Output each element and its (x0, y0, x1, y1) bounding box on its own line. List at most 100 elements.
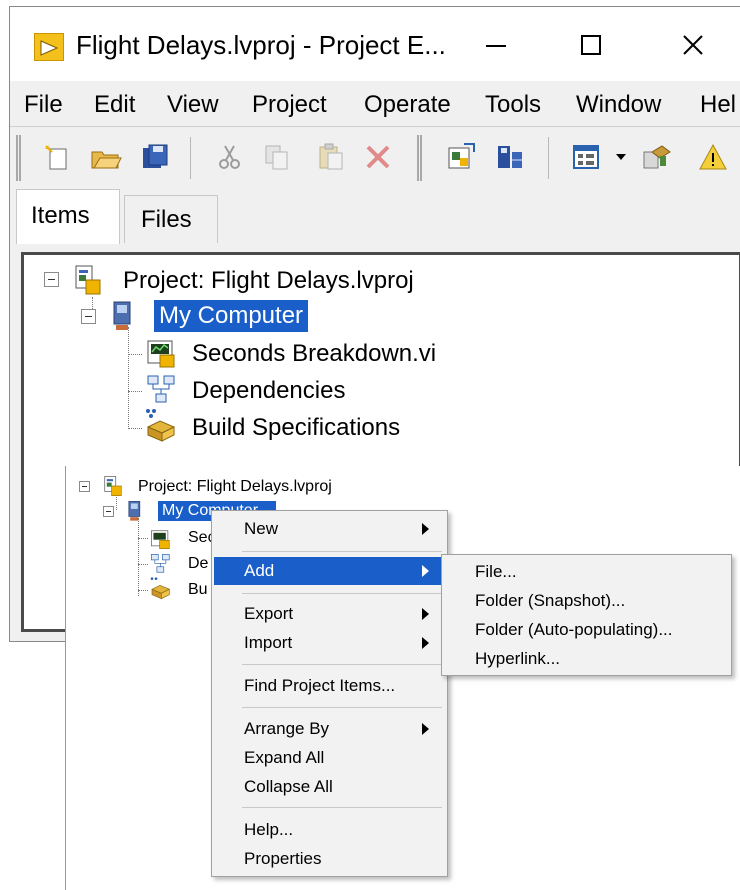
toolbar-separator (548, 137, 549, 179)
toolbar (10, 126, 740, 186)
dependencies-icon (147, 375, 175, 403)
menu-item-new[interactable]: New (214, 515, 445, 543)
menu-item-label: Export (244, 604, 294, 623)
menu-separator (242, 707, 442, 708)
menu-item-export[interactable]: Export (214, 600, 445, 628)
tab-strip: Items Files (10, 187, 740, 245)
menu-item-label: Find Project Items... (244, 676, 396, 695)
tree-connector (138, 590, 148, 591)
save-all-icon[interactable] (140, 142, 170, 172)
properties-icon[interactable] (640, 142, 671, 172)
menu-separator (242, 664, 442, 665)
title-bar: Flight Delays.lvproj - Project E... (10, 7, 740, 81)
tree-connector (128, 391, 142, 392)
collapse-toggle[interactable] (44, 272, 59, 287)
project-file-icon (75, 265, 101, 295)
menu-item-import[interactable]: Import (214, 629, 445, 657)
menu-file[interactable]: File (24, 91, 63, 119)
menu-item-add[interactable]: Add (214, 557, 445, 585)
tab-items[interactable]: Items (16, 189, 120, 244)
menu-item-label: Collapse All (244, 777, 333, 796)
menu-separator (242, 593, 442, 594)
new-icon[interactable] (42, 142, 72, 172)
minimize-button[interactable] (466, 23, 526, 67)
cut-icon[interactable] (215, 142, 245, 172)
menu-bar: File Edit View Project Operate Tools Win… (10, 82, 740, 124)
tree-connector (128, 428, 142, 429)
deploy-icon[interactable] (495, 142, 525, 172)
menu-item-arrange-by[interactable]: Arrange By (214, 715, 445, 743)
menu-edit[interactable]: Edit (94, 91, 135, 119)
toolbar-grip[interactable] (16, 135, 21, 181)
delete-icon[interactable] (363, 142, 393, 172)
menu-item-help[interactable]: Help... (214, 816, 445, 844)
dropdown-icon[interactable] (614, 142, 628, 172)
menu-separator (242, 551, 442, 552)
open-icon[interactable] (90, 142, 122, 172)
tree-item-build-specifications[interactable]: Bu (188, 581, 208, 599)
menu-item-label: Import (244, 633, 293, 652)
menu-tools[interactable]: Tools (485, 91, 541, 119)
close-icon (683, 35, 703, 55)
menu-item-label: Properties (244, 849, 322, 868)
menu-item-label: Help... (244, 820, 294, 839)
tree-connector (138, 564, 148, 565)
computer-icon (113, 301, 131, 330)
collapse-toggle[interactable] (103, 506, 114, 517)
project-label[interactable]: Project: Flight Delays.lvproj (123, 267, 414, 295)
menu-item-expand-all[interactable]: Expand All (214, 744, 445, 772)
menu-item-label: New (244, 519, 279, 538)
submenu-arrow-icon (422, 565, 429, 577)
add-submenu: File... Folder (Snapshot)... Folder (Aut… (441, 554, 732, 676)
close-button[interactable] (663, 23, 723, 67)
collapse-toggle[interactable] (81, 309, 96, 324)
menu-help[interactable]: Hel (700, 91, 736, 119)
view-icon[interactable] (572, 142, 602, 172)
menu-item-properties[interactable]: Properties (214, 845, 445, 873)
menu-separator (242, 807, 442, 808)
tab-files[interactable]: Files (124, 195, 218, 243)
collapse-toggle[interactable] (79, 481, 90, 492)
submenu-item-folder-auto-populating[interactable]: Folder (Auto-populating)... (475, 620, 673, 640)
menu-item-label: Add (244, 561, 275, 580)
my-computer-label[interactable]: My Computer (154, 300, 309, 332)
menu-window[interactable]: Window (576, 91, 661, 119)
context-menu: New Add Export Import Find Project Items… (211, 510, 448, 877)
toolbar-grip[interactable] (417, 135, 422, 181)
tree-item-dependencies[interactable]: Dependencies (192, 377, 345, 405)
dependencies-icon (151, 554, 170, 573)
window-title: Flight Delays.lvproj - Project E... (76, 30, 446, 60)
build-specifications-icon (146, 409, 176, 442)
minimize-icon (486, 45, 506, 47)
submenu-item-hyperlink[interactable]: Hyperlink... (475, 649, 560, 669)
tree-connector (138, 538, 148, 539)
menu-item-label: Expand All (244, 748, 325, 767)
build-icon[interactable] (446, 142, 476, 172)
menu-item-collapse-all[interactable]: Collapse All (214, 773, 445, 801)
toolbar-separator (190, 137, 191, 179)
menu-project[interactable]: Project (252, 91, 327, 119)
submenu-item-folder-snapshot[interactable]: Folder (Snapshot)... (475, 591, 625, 611)
tree-item-dependencies[interactable]: De (188, 555, 208, 573)
vi-icon (147, 340, 175, 368)
tree-item-seconds-breakdown[interactable]: Seconds Breakdown.vi (192, 340, 436, 368)
build-specifications-icon (150, 577, 171, 600)
submenu-arrow-icon (422, 723, 429, 735)
menu-item-find-project-items[interactable]: Find Project Items... (214, 672, 445, 700)
tree-connector (138, 518, 139, 596)
computer-icon (128, 501, 141, 521)
copy-icon[interactable] (262, 142, 292, 172)
labview-app-icon (34, 33, 64, 61)
menu-operate[interactable]: Operate (364, 91, 451, 119)
tree-connector (128, 327, 129, 429)
paste-icon[interactable] (316, 142, 346, 172)
maximize-icon (581, 35, 601, 55)
maximize-button[interactable] (561, 23, 621, 67)
submenu-item-file[interactable]: File... (475, 562, 517, 582)
warning-icon[interactable] (698, 142, 728, 172)
project-file-icon (104, 476, 122, 496)
tree-item-build-specifications[interactable]: Build Specifications (192, 414, 400, 442)
project-label[interactable]: Project: Flight Delays.lvproj (138, 478, 332, 496)
tree-connector (128, 354, 142, 355)
menu-view[interactable]: View (167, 91, 219, 119)
